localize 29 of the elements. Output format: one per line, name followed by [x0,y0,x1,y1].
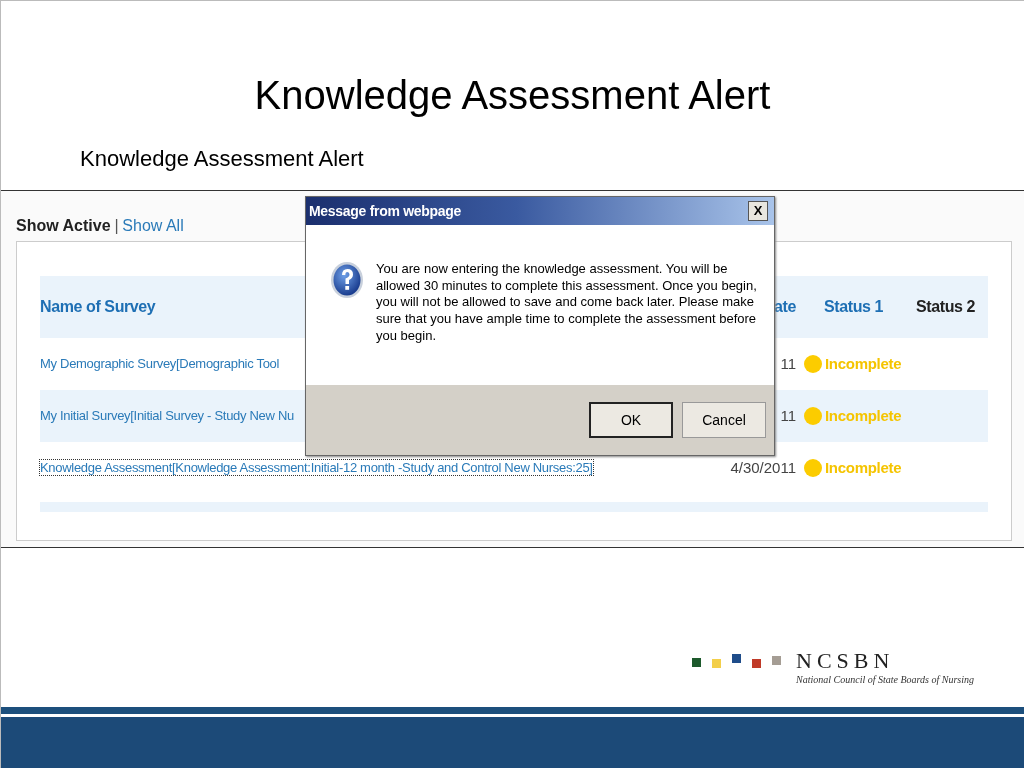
column-header[interactable]: ate [774,297,796,316]
due-date: 11 [780,407,796,425]
due-date: 4/30/2011 [730,459,796,477]
status-dot-icon [804,354,822,373]
survey-link[interactable]: My Initial Survey[Initial Survey - Study New Nu [40,408,294,424]
column-header[interactable]: Status 1 [824,297,884,316]
logo-name: NCSBN [796,647,896,674]
dialog-button[interactable]: OK [589,401,673,438]
dialog-button[interactable]: Cancel [682,401,766,438]
status-text: Incomplete [825,407,902,425]
close-button[interactable]: X [748,200,768,221]
dialog-title: Message from webpage [309,202,461,219]
question-icon [330,260,364,299]
survey-link[interactable]: Knowledge Assessment[Knowledge Assessment:Initial-12 month -Study and Control New Nurses:25] [40,460,593,476]
slide-subtitle: Knowledge Assessment Alert [80,146,364,172]
due-date: 11 [780,355,796,373]
filter-link[interactable]: Show All [122,216,184,235]
slide-title: Knowledge Assessment Alert [254,73,771,118]
column-header: Status 2 [916,297,976,316]
status-dot-icon [804,458,822,477]
survey-link[interactable]: My Demographic Survey[Demographic Tool [40,356,280,372]
column-header[interactable]: Name of Survey [40,297,156,316]
status-text: Incomplete [825,459,902,477]
status-dot-icon [804,406,822,425]
logo-tagline: National Council of State Boards of Nursing [796,673,974,685]
filter-separator: | [114,216,119,235]
dialog-message: You are now entering the knowledge assessment. You will be allowed 30 minutes to complete this assessment. Once you begin, you will not be allowed to save and come back later. Please make sure that you have ample time to complete the assessment before you begin. [376,260,758,346]
status-text: Incomplete [825,355,902,373]
filter-link[interactable]: Show Active [16,216,111,235]
